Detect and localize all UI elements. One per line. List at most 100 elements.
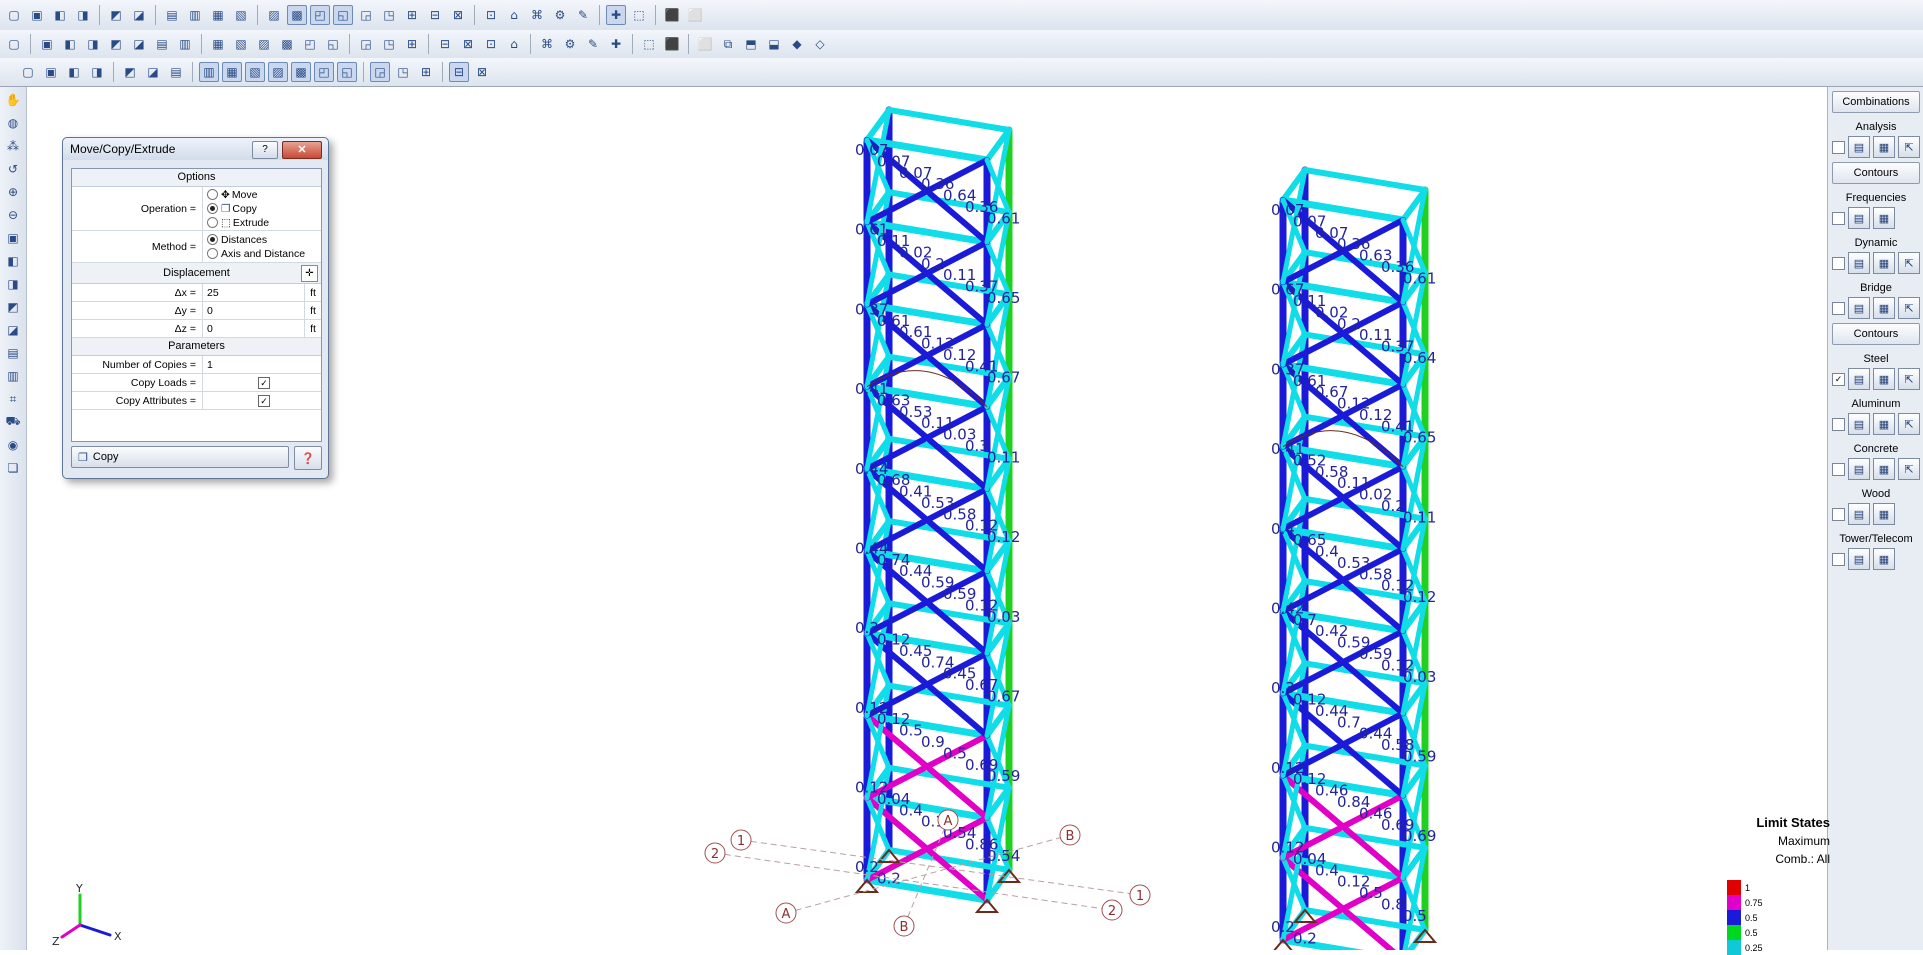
rotate-icon[interactable]: ↺ (3, 159, 23, 179)
check2-icon[interactable]: ◧ (60, 34, 80, 54)
open-icon[interactable]: ▣ (27, 5, 47, 25)
table-icon[interactable]: ◲ (356, 5, 376, 25)
check3-icon[interactable]: ◨ (83, 34, 103, 54)
select-box4-icon[interactable]: ◨ (87, 62, 107, 82)
operation-copy-radio[interactable]: ❐ Copy (207, 203, 257, 215)
copy-button[interactable]: ❐ Copy (71, 446, 289, 468)
select-box2-icon[interactable]: ▣ (41, 62, 61, 82)
arrow-icon[interactable]: ⊟ (435, 34, 455, 54)
copy3-icon[interactable]: ⬒ (741, 34, 761, 54)
grid-view2-icon[interactable]: ◳ (379, 34, 399, 54)
delete4-icon[interactable]: ▩ (277, 34, 297, 54)
table-icon[interactable]: ▦ (1873, 136, 1895, 158)
pencil-icon[interactable]: ⬛ (662, 34, 682, 54)
pointer-icon[interactable]: ⇱ (1898, 297, 1920, 319)
report-icon[interactable]: ▤ (1848, 458, 1870, 480)
unit-icon[interactable]: ◇ (810, 34, 830, 54)
pointer-icon[interactable]: ⇱ (1898, 252, 1920, 274)
globe-icon[interactable]: ◍ (3, 113, 23, 133)
dynamic-checkbox[interactable] (1832, 256, 1845, 270)
view-front-icon[interactable]: ▣ (3, 228, 23, 248)
dz-input[interactable]: 0 (202, 320, 304, 337)
pick-points-icon[interactable]: ✛ (301, 265, 318, 282)
grid-view-icon[interactable]: ◲ (356, 34, 376, 54)
undo-icon[interactable]: ◩ (106, 5, 126, 25)
pointer-icon[interactable]: ⇱ (1898, 136, 1920, 158)
copies-input[interactable]: 1 (202, 356, 321, 373)
table-icon[interactable]: ▦ (1873, 207, 1895, 229)
method-distances-radio[interactable]: Distances (207, 234, 267, 246)
window3-icon[interactable]: ▤ (166, 62, 186, 82)
truss-icon[interactable]: ⚙ (550, 5, 570, 25)
truck-icon[interactable]: ⛟ (3, 412, 23, 432)
combinations-button[interactable]: Combinations (1832, 91, 1920, 113)
report-icon[interactable]: ▤ (1848, 207, 1870, 229)
save-icon[interactable]: ◧ (50, 5, 70, 25)
delete3-icon[interactable]: ▨ (254, 34, 274, 54)
help-icon[interactable]: ⬜ (685, 5, 705, 25)
table-icon[interactable]: ▦ (1873, 458, 1895, 480)
steel-checkbox[interactable]: ✓ (1832, 372, 1845, 386)
frequencies-checkbox[interactable] (1832, 211, 1845, 225)
view-iso-icon[interactable]: ◩ (3, 297, 23, 317)
load-icon[interactable]: ✚ (606, 5, 626, 25)
pointer6-icon[interactable]: ◰ (314, 62, 334, 82)
report-icon[interactable]: ▤ (1848, 136, 1870, 158)
column-icon[interactable]: ⌘ (527, 5, 547, 25)
3d-icon[interactable]: ▥ (185, 5, 205, 25)
node-icon[interactable]: ◱ (333, 5, 353, 25)
table-icon[interactable]: ▦ (1873, 413, 1895, 435)
camera-icon[interactable]: ▨ (264, 5, 284, 25)
window2-icon[interactable]: ◪ (143, 62, 163, 82)
select-box-icon[interactable]: ▢ (18, 62, 38, 82)
report-icon[interactable]: ▤ (1848, 297, 1870, 319)
pointer9-icon[interactable]: ◳ (393, 62, 413, 82)
pointer10-icon[interactable]: ⊞ (416, 62, 436, 82)
pointer7-icon[interactable]: ◱ (337, 62, 357, 82)
contours-button[interactable]: Contours (1832, 162, 1920, 184)
table-icon[interactable]: ▦ (1873, 252, 1895, 274)
network-icon[interactable]: ⁂ (3, 136, 23, 156)
query-icon[interactable]: ⬛ (662, 5, 682, 25)
tower-telecom-checkbox[interactable] (1832, 552, 1845, 566)
dx-input[interactable]: 25 (202, 284, 304, 301)
copy5-icon[interactable]: ◆ (787, 34, 807, 54)
dim2-icon[interactable]: ⊡ (481, 34, 501, 54)
tool2-icon[interactable]: ✎ (583, 34, 603, 54)
eye-icon[interactable]: ◉ (3, 435, 23, 455)
contours-button-2[interactable]: Contours (1832, 323, 1920, 345)
redo-icon[interactable]: ◪ (129, 5, 149, 25)
color-wheel-icon[interactable]: ⬚ (639, 34, 659, 54)
new-icon[interactable]: ▢ (4, 5, 24, 25)
brace-icon[interactable]: ⊟ (425, 5, 445, 25)
solid-icon[interactable]: ⊡ (481, 5, 501, 25)
copy2-icon[interactable]: ⧉ (718, 34, 738, 54)
pointer8-icon[interactable]: ◲ (370, 62, 390, 82)
pointer-icon[interactable]: ⇱ (1898, 413, 1920, 435)
view-iso2-icon[interactable]: ◪ (3, 320, 23, 340)
report-icon[interactable]: ▤ (1848, 548, 1870, 570)
zoom-icon[interactable]: ⊖ (3, 205, 23, 225)
zoom-window-icon[interactable]: ⊕ (3, 182, 23, 202)
tool-icon[interactable]: ⚙ (560, 34, 580, 54)
view-iso3-icon[interactable]: ▤ (3, 343, 23, 363)
report-icon[interactable]: ▤ (1848, 368, 1870, 390)
pointer-icon[interactable]: ▥ (199, 62, 219, 82)
delete5-icon[interactable]: ◰ (300, 34, 320, 54)
copy-attributes-checkbox[interactable]: ✓ (258, 394, 270, 407)
box-icon[interactable]: ⌂ (504, 5, 524, 25)
pointer5-icon[interactable]: ▩ (291, 62, 311, 82)
check6-icon[interactable]: ▤ (152, 34, 172, 54)
dy-input[interactable]: 0 (202, 302, 304, 319)
print-icon[interactable]: ◨ (73, 5, 93, 25)
node-display-icon[interactable]: ⌗ (3, 389, 23, 409)
view-top-icon[interactable]: ◨ (3, 274, 23, 294)
view-icon[interactable]: ▧ (231, 5, 251, 25)
check7-icon[interactable]: ▥ (175, 34, 195, 54)
operation-move-radio[interactable]: ✥ Move (207, 189, 258, 201)
concrete-checkbox[interactable] (1832, 462, 1845, 476)
operation-extrude-radio[interactable]: ⬚ Extrude (207, 217, 269, 229)
layers-icon[interactable]: ❏ (3, 458, 23, 478)
check4-icon[interactable]: ◩ (106, 34, 126, 54)
tool3-icon[interactable]: ✚ (606, 34, 626, 54)
